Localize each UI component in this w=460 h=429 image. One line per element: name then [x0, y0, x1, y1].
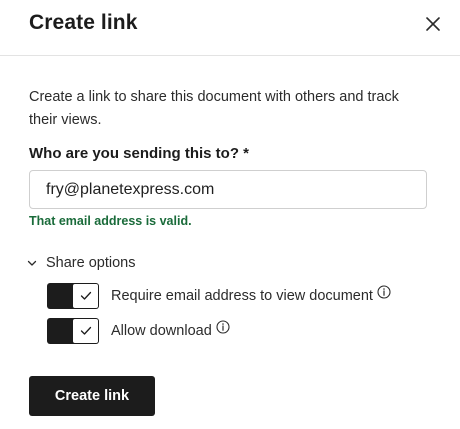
share-options-toggle[interactable]: Share options: [26, 253, 135, 273]
check-icon: [80, 291, 91, 300]
check-icon: [80, 326, 91, 335]
close-icon: [426, 17, 440, 31]
require-email-toggle[interactable]: [47, 283, 99, 309]
share-options-label: Share options: [46, 255, 136, 271]
allow-download-toggle[interactable]: [47, 318, 99, 344]
dialog-header: Create link: [0, 0, 460, 56]
close-button[interactable]: [422, 13, 444, 35]
option-require-email: Require email address to view document: [47, 283, 391, 309]
dialog-description: Create a link to share this document wit…: [29, 89, 399, 128]
create-link-button[interactable]: Create link: [29, 376, 155, 416]
validation-message: That email address is valid.: [29, 214, 192, 228]
recipient-label: Who are you sending this to? *: [29, 145, 250, 162]
allow-download-label: Allow download: [111, 323, 212, 339]
create-link-dialog: Create link Create a link to share this …: [0, 0, 460, 429]
option-allow-download: Allow download: [47, 318, 230, 344]
require-email-label: Require email address to view document: [111, 288, 373, 304]
toggle-knob: [73, 284, 98, 308]
info-icon[interactable]: [216, 320, 230, 334]
dialog-title: Create link: [29, 11, 138, 34]
chevron-down-icon: [27, 260, 37, 266]
toggle-knob: [73, 319, 98, 343]
info-icon[interactable]: [377, 285, 391, 299]
email-field[interactable]: [29, 170, 427, 209]
